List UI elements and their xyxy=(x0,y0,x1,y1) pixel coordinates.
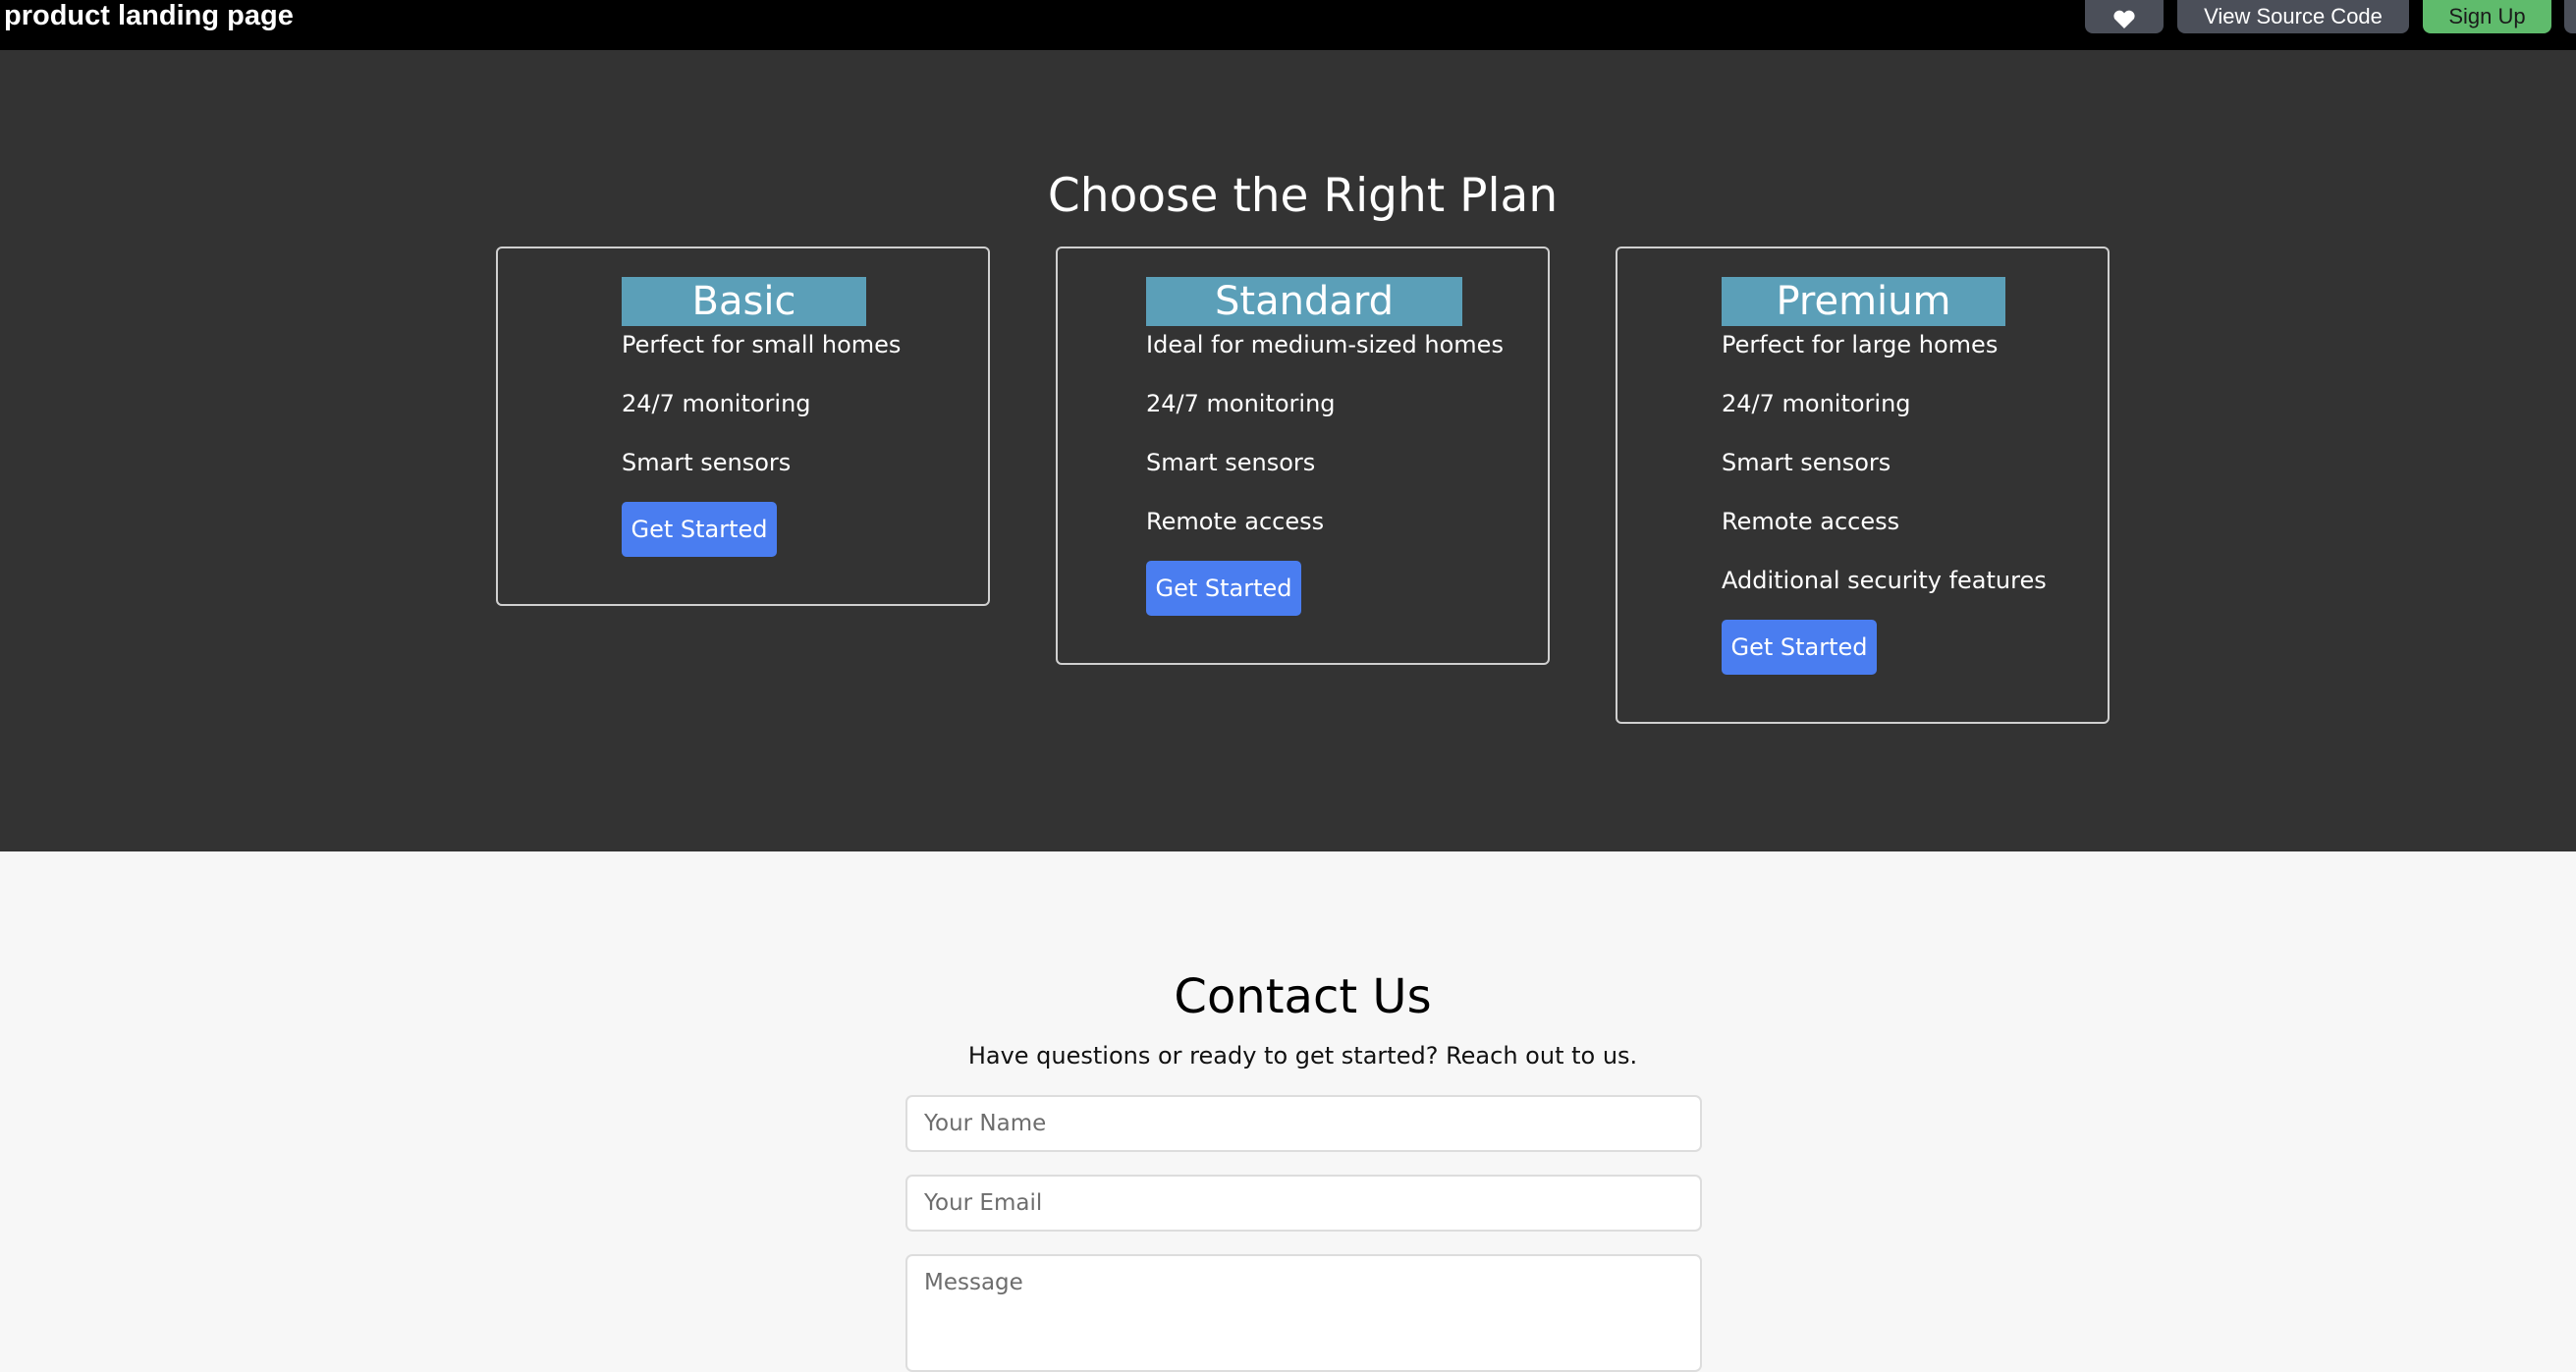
plan-feature: Smart sensors xyxy=(1722,449,1891,476)
heart-icon xyxy=(2113,10,2135,29)
contact-subtitle: Have questions or ready to get started? … xyxy=(967,1042,1638,1070)
plan-card-basic: Basic Perfect for small homes 24/7 monit… xyxy=(496,247,990,606)
plan-name: Standard xyxy=(1146,277,1462,326)
get-started-button[interactable]: Get Started xyxy=(1722,620,1877,675)
contact-title: Contact Us xyxy=(1174,969,1432,1024)
sign-up-button[interactable]: Sign Up xyxy=(2423,0,2551,33)
plan-name: Premium xyxy=(1722,277,2005,326)
plan-feature: Smart sensors xyxy=(1146,449,1316,476)
get-started-button[interactable]: Get Started xyxy=(622,502,777,557)
plan-feature: Perfect for small homes xyxy=(622,331,902,358)
favorite-button[interactable] xyxy=(2085,0,2164,33)
pricing-title: Choose the Right Plan xyxy=(1047,169,1559,223)
plan-feature: 24/7 monitoring xyxy=(1722,390,1911,417)
extra-button[interactable] xyxy=(2564,0,2576,33)
plan-card-standard: Standard Ideal for medium-sized homes 24… xyxy=(1056,247,1550,665)
name-input[interactable] xyxy=(905,1095,1702,1152)
plan-feature: Remote access xyxy=(1722,508,1900,535)
plan-feature: Remote access xyxy=(1146,508,1325,535)
top-bar: product landing page View Source Code Si… xyxy=(0,0,2576,50)
plan-feature: Smart sensors xyxy=(622,449,792,476)
plan-feature: Perfect for large homes xyxy=(1722,331,1999,358)
pricing-section: Choose the Right Plan Basic Perfect for … xyxy=(0,50,2576,851)
app-title: product landing page xyxy=(4,0,294,31)
plan-feature: 24/7 monitoring xyxy=(1146,390,1336,417)
plan-feature: Additional security features xyxy=(1722,567,2047,594)
get-started-button[interactable]: Get Started xyxy=(1146,561,1301,616)
plan-name: Basic xyxy=(622,277,866,326)
message-textarea[interactable] xyxy=(905,1254,1702,1372)
plan-card-premium: Premium Perfect for large homes 24/7 mon… xyxy=(1616,247,2110,724)
plan-feature: 24/7 monitoring xyxy=(622,390,811,417)
email-input[interactable] xyxy=(905,1175,1702,1232)
plan-feature: Ideal for medium-sized homes xyxy=(1146,331,1504,358)
view-source-button[interactable]: View Source Code xyxy=(2177,0,2409,33)
